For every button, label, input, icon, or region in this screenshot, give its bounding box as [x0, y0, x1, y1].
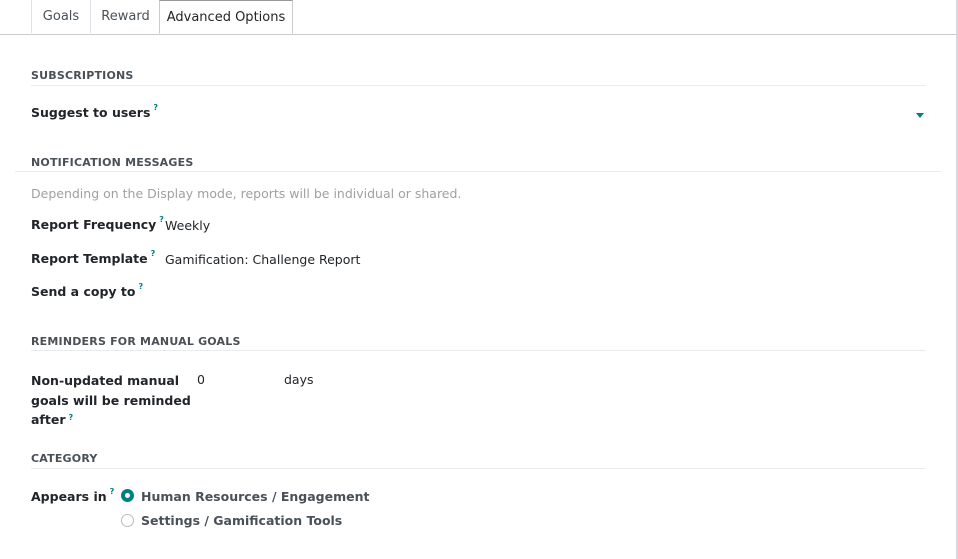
report-template-label: Report Template? — [31, 249, 156, 266]
send-copy-label: Send a copy to? — [31, 282, 143, 299]
label-text: Appears in — [31, 489, 107, 504]
section-title-reminders: REMINDERS FOR MANUAL GOALS — [31, 335, 241, 348]
tab-advanced-options[interactable]: Advanced Options — [159, 0, 293, 34]
radio-human-resources[interactable] — [121, 489, 134, 502]
label-text: Send a copy to — [31, 284, 136, 299]
reminder-label: Non-updated manual goals will be reminde… — [31, 371, 191, 430]
help-icon[interactable]: ? — [138, 282, 143, 291]
send-copy-input[interactable] — [165, 284, 925, 302]
reminder-days-input[interactable]: 0 — [197, 372, 277, 387]
divider — [15, 171, 941, 172]
label-text: Report Template — [31, 251, 148, 266]
display-mode-hint: Depending on the Display mode, reports w… — [31, 186, 462, 201]
report-frequency-select[interactable]: Weekly — [165, 218, 210, 233]
help-icon[interactable]: ? — [110, 487, 115, 496]
help-icon[interactable]: ? — [153, 103, 158, 112]
section-title-notifications: NOTIFICATION MESSAGES — [31, 156, 194, 169]
section-title-category: CATEGORY — [31, 452, 98, 465]
divider — [31, 468, 926, 469]
help-icon[interactable]: ? — [151, 249, 156, 258]
appears-in-label: Appears in? — [31, 487, 115, 504]
reminder-days-unit: days — [284, 372, 314, 387]
tab-bar: Goals Reward Advanced Options — [0, 0, 956, 35]
label-text: after — [31, 412, 66, 427]
report-frequency-label: Report Frequency? — [31, 215, 164, 232]
tab-goals[interactable]: Goals — [31, 0, 90, 33]
dropdown-caret-icon[interactable] — [916, 113, 924, 118]
label-text: Report Frequency — [31, 217, 157, 232]
label-text: Suggest to users — [31, 105, 151, 120]
radio-label-human-resources[interactable]: Human Resources / Engagement — [141, 489, 370, 504]
radio-label-settings-gamification[interactable]: Settings / Gamification Tools — [141, 513, 342, 528]
divider — [31, 350, 926, 351]
help-icon[interactable]: ? — [159, 215, 164, 224]
suggest-to-users-input[interactable] — [165, 105, 925, 123]
report-template-field[interactable]: Gamification: Challenge Report — [165, 252, 360, 267]
tab-reward[interactable]: Reward — [90, 0, 160, 33]
radio-settings-gamification[interactable] — [121, 514, 134, 527]
section-title-subscriptions: SUBSCRIPTIONS — [31, 69, 134, 82]
label-text: goals will be reminded — [31, 392, 191, 408]
label-text: Non-updated manual — [31, 373, 180, 388]
suggest-to-users-label: Suggest to users? — [31, 103, 158, 120]
divider — [31, 85, 926, 86]
help-icon[interactable]: ? — [69, 413, 74, 422]
